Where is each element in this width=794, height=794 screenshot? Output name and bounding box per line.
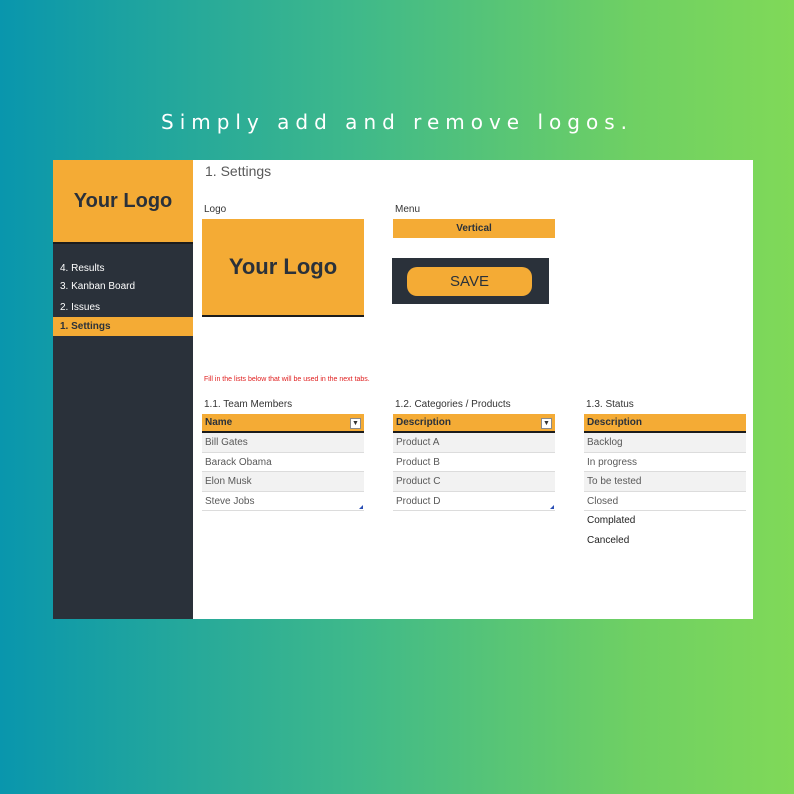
- resize-handle-icon[interactable]: [550, 505, 554, 509]
- categories-table: Description ▼ Product A Product B Produc…: [393, 414, 555, 511]
- table-row[interactable]: Closed: [584, 491, 746, 511]
- menu-label: Menu: [395, 204, 421, 215]
- table-row[interactable]: Product C: [393, 472, 555, 492]
- filter-dropdown-icon[interactable]: ▼: [541, 418, 552, 429]
- filter-dropdown-icon[interactable]: ▼: [350, 418, 361, 429]
- table-row[interactable]: Product A: [393, 433, 555, 453]
- table-row-label: Product D: [396, 495, 441, 507]
- sidebar-item-issues[interactable]: 2. Issues: [53, 298, 193, 317]
- headline: Simply add and remove logos.: [161, 110, 633, 134]
- settings-panel: 1. Settings Logo Your Logo Menu Vertical…: [193, 160, 753, 619]
- status-header-label: Description: [587, 417, 643, 428]
- team-members-title: 1.1. Team Members: [204, 399, 293, 410]
- page-title: 1. Settings: [205, 163, 272, 179]
- sidebar-item-kanban-board[interactable]: 3. Kanban Board: [53, 277, 193, 296]
- table-row[interactable]: Steve Jobs: [202, 491, 364, 511]
- sidebar-logo: Your Logo: [53, 160, 193, 244]
- categories-header-label: Description: [396, 417, 452, 428]
- table-row[interactable]: Barack Obama: [202, 452, 364, 472]
- table-row[interactable]: Backlog: [584, 433, 746, 453]
- table-row[interactable]: In progress: [584, 452, 746, 472]
- table-row[interactable]: Elon Musk: [202, 472, 364, 492]
- list-item[interactable]: Complated: [584, 511, 746, 531]
- sidebar-item-results[interactable]: 4. Results: [53, 259, 193, 278]
- table-header: Description: [584, 414, 746, 433]
- table-header: Description ▼: [393, 414, 555, 433]
- table-row-label: Steve Jobs: [205, 495, 255, 507]
- table-row[interactable]: Bill Gates: [202, 433, 364, 453]
- save-button[interactable]: SAVE: [407, 267, 532, 296]
- team-members-table: Name ▼ Bill Gates Barack Obama Elon Musk…: [202, 414, 364, 511]
- table-header: Name ▼: [202, 414, 364, 433]
- sidebar-item-settings[interactable]: 1. Settings: [53, 317, 193, 336]
- status-table: Description Backlog In progress To be te…: [584, 414, 746, 550]
- status-title: 1.3. Status: [586, 399, 634, 410]
- instruction-note: Fill in the lists below that will be use…: [204, 376, 370, 383]
- list-item[interactable]: Canceled: [584, 530, 746, 550]
- table-row[interactable]: To be tested: [584, 472, 746, 492]
- resize-handle-icon[interactable]: [359, 505, 363, 509]
- logo-label: Logo: [204, 204, 227, 215]
- table-row[interactable]: Product D: [393, 491, 555, 511]
- team-header-label: Name: [205, 417, 233, 428]
- sidebar: Your Logo 4. Results 3. Kanban Board 2. …: [53, 160, 193, 619]
- app-window: Your Logo 4. Results 3. Kanban Board 2. …: [53, 160, 753, 619]
- menu-select[interactable]: Vertical: [393, 219, 555, 238]
- logo-placeholder[interactable]: Your Logo: [202, 219, 364, 317]
- table-row[interactable]: Product B: [393, 452, 555, 472]
- categories-title: 1.2. Categories / Products: [395, 399, 511, 410]
- save-panel: SAVE: [392, 258, 549, 304]
